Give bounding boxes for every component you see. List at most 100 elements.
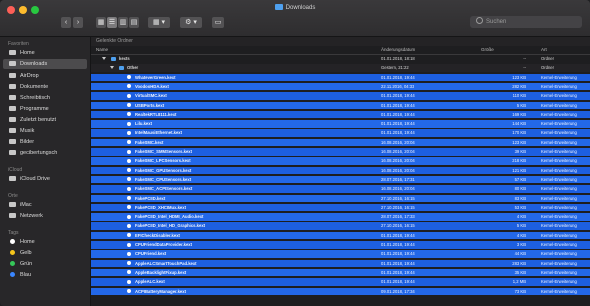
file-kind: Kernel-Erweiterung xyxy=(541,149,577,154)
file-size: 44 KB xyxy=(514,251,526,257)
file-row[interactable]: AppleBacklightFixup.kext 01.01.2018, 19:4… xyxy=(91,268,590,277)
column-header-size[interactable]: Größe xyxy=(481,46,494,54)
file-row[interactable]: AppleALCSmartTouchPad.kext 01.01.2018, 19… xyxy=(91,259,590,268)
file-name: FakeSMC_ACPISensors.kext xyxy=(135,186,193,192)
sidebar-item-label: iCloud Drive xyxy=(20,176,50,182)
sidebar-item-bilder[interactable]: Bilder xyxy=(3,137,87,147)
search-icon xyxy=(476,17,483,24)
sidebar-item-schreibtisch[interactable]: Schreibtisch xyxy=(3,93,87,103)
file-date: 16.08.2016, 20:04 xyxy=(381,186,415,192)
file-row[interactable]: CPUFriend.kext 01.01.2018, 19:44 44 KB Kern… xyxy=(91,250,590,258)
share-button[interactable]: ▭ xyxy=(212,17,224,28)
disclosure-triangle-icon[interactable] xyxy=(110,66,114,70)
file-row[interactable]: FakePCIID_Intel_HDMI_Audio.kext 28.07.201… xyxy=(91,213,590,221)
file-row[interactable]: FakeSMC.kext 16.08.2016, 20:04 123 KB Kerne… xyxy=(91,138,590,147)
file-row[interactable]: CPUFriendDataProvider.kext 01.01.2018, 19… xyxy=(91,241,590,249)
kext-file-icon xyxy=(127,261,131,266)
sidebar-item-label: Schreibtisch xyxy=(20,95,50,101)
file-size: -- xyxy=(523,65,526,71)
file-date: 22.11.2016, 04:33 xyxy=(381,83,415,89)
disclosure-triangle-icon[interactable] xyxy=(102,57,106,60)
file-row[interactable]: IntelMausiEthernet.kext 01.01.2018, 19:44… xyxy=(91,129,590,137)
file-row[interactable]: FakePCIID_Intel_HD_Graphics.kext 27.10.20… xyxy=(91,222,590,230)
sidebar-tag-gruen[interactable]: Grün xyxy=(3,259,87,269)
file-row[interactable]: AppleALC.kext 01.01.2018, 19:44 1,2 MB Kern… xyxy=(91,278,590,286)
file-row[interactable]: FakeSMC_ACPISensors.kext 16.08.2016, 20:0… xyxy=(91,185,590,193)
sidebar-item-programme[interactable]: Programme xyxy=(3,104,87,114)
sidebar-header-tags: Tags xyxy=(8,230,19,236)
file-date: 16.08.2016, 20:04 xyxy=(381,149,415,154)
file-name: VirtualSMC.kext xyxy=(135,93,167,99)
column-header-date[interactable]: Änderungsdatum xyxy=(381,46,415,54)
file-row[interactable]: ACPIBatteryManager.kext 09.01.2018, 17:34… xyxy=(91,287,590,295)
kext-file-icon xyxy=(127,242,131,247)
file-date: 27.10.2016, 16:15 xyxy=(381,204,415,210)
sidebar-header-icloud: iCloud xyxy=(8,167,23,173)
file-row[interactable]: EFICheckDisabler.kext 01.01.2018, 19:44 4 … xyxy=(91,231,590,240)
list-view-button[interactable]: ☰ xyxy=(107,17,117,28)
search-field[interactable]: Suchen xyxy=(470,16,582,28)
sidebar-tag-home[interactable]: Home xyxy=(3,237,87,247)
column-header-name[interactable]: Name xyxy=(96,46,108,54)
file-kind: Kernel-Erweiterung xyxy=(541,186,577,192)
column-view-button[interactable]: ▥ xyxy=(118,17,128,28)
icon-view-button[interactable]: ▦ xyxy=(96,17,106,28)
sidebar-item-home[interactable]: Home xyxy=(3,48,87,58)
file-row[interactable]: FakeSMC_SMMSensors.kext 16.08.2016, 20:04… xyxy=(91,148,590,156)
file-row[interactable]: USBPorts.kext 01.01.2018, 19:44 5 KB Kernel… xyxy=(91,101,590,109)
file-row[interactable]: FakeSMC_GPUSensors.kext 16.08.2016, 20:04… xyxy=(91,166,590,175)
file-size: 57 KB xyxy=(514,176,526,182)
file-size: 169 KB xyxy=(512,111,526,117)
folder-icon xyxy=(119,65,124,70)
kext-file-icon xyxy=(127,149,131,154)
action-menu-button[interactable]: ⚙ ▾ xyxy=(180,17,202,28)
file-row[interactable]: VoodooHDA.kext 22.11.2016, 04:33 282 KB Ker… xyxy=(91,82,590,91)
sidebar-item-dokumente[interactable]: Dokumente xyxy=(3,82,87,92)
sidebar-item-icloud-drive[interactable]: iCloud Drive xyxy=(3,174,87,184)
file-name: Other xyxy=(127,65,139,71)
file-list: kexts 01.01.2018, 18:18 -- Ordner Other Geste… xyxy=(91,55,590,306)
path-bar: Gelenkte Ordner xyxy=(91,37,590,46)
file-date: 01.01.2018, 19:44 xyxy=(381,279,415,285)
file-name: FakeSMC_LPCSensors.kext xyxy=(135,158,191,164)
file-row[interactable]: VirtualSMC.kext 01.01.2018, 19:44 110 KB Ke… xyxy=(91,92,590,100)
file-row[interactable]: WhateverGreen.kext 01.01.2018, 19:44 123 K… xyxy=(91,73,590,82)
group-by-button[interactable]: ▦ ▾ xyxy=(148,17,170,28)
file-kind: Kernel-Erweiterung xyxy=(541,260,577,266)
file-row[interactable]: RealtekRTL8111.kext 01.01.2018, 19:44 169 … xyxy=(91,110,590,119)
sidebar-item-imac[interactable]: iMac xyxy=(3,200,87,210)
file-row[interactable]: FakePCIID.kext 27.10.2016, 16:15 83 KB Kern… xyxy=(91,194,590,202)
folder-row[interactable]: Other Gestern, 21:22 -- Ordner xyxy=(91,64,590,72)
folder-row[interactable]: kexts 01.01.2018, 18:18 -- Ordner xyxy=(91,55,590,63)
file-size: 283 KB xyxy=(512,260,526,266)
sidebar-item-downloads[interactable]: Downloads xyxy=(3,59,87,69)
file-date: 01.01.2018, 19:44 xyxy=(381,242,415,247)
sidebar-item-label: Blau xyxy=(20,272,32,278)
back-button[interactable]: ‹ xyxy=(61,17,71,28)
file-size: 1,2 MB xyxy=(512,279,526,285)
sidebar-item-gecibertungsch[interactable]: gecibertungsch xyxy=(3,148,87,158)
sidebar-item-zuletzt-benutzt[interactable]: Zuletzt benutzt xyxy=(3,115,87,125)
sidebar-item-label: AirDrop xyxy=(20,73,39,79)
file-name: FakePCIID.kext xyxy=(135,195,166,201)
file-size: 282 KB xyxy=(512,83,526,89)
sidebar-tag-blau[interactable]: Blau xyxy=(3,270,87,280)
gallery-view-button[interactable]: ▤ xyxy=(129,17,139,28)
column-header-kind[interactable]: Art xyxy=(541,46,547,54)
sidebar-item-netzwerk[interactable]: Netzwerk xyxy=(3,211,87,221)
sidebar-item-musik[interactable]: Musik xyxy=(3,126,87,136)
file-size: 73 KB xyxy=(514,288,526,294)
file-row[interactable]: FakeSMC_LPCSensors.kext 16.08.2016, 20:04… xyxy=(91,157,590,165)
kext-file-icon xyxy=(127,233,131,238)
file-date: 01.01.2018, 19:44 xyxy=(381,251,415,257)
file-row[interactable]: FakePCIID_XHCIMux.kext 27.10.2016, 16:15 5… xyxy=(91,203,590,212)
file-kind: Kernel-Erweiterung xyxy=(541,232,577,238)
file-name: CPUFriendDataProvider.kext xyxy=(135,242,193,247)
sidebar-item-airdrop[interactable]: AirDrop xyxy=(3,71,87,81)
forward-button[interactable]: › xyxy=(73,17,83,28)
sidebar-tag-gelb[interactable]: Gelb xyxy=(3,248,87,258)
file-size: 218 KB xyxy=(512,158,526,164)
file-row[interactable]: FakeSMC_CPUSensors.kext 28.07.2016, 17:31… xyxy=(91,175,590,184)
file-row[interactable]: Lilu.kext 01.01.2018, 19:44 144 KB Kernel-E… xyxy=(91,120,590,128)
kext-file-icon xyxy=(127,93,131,98)
